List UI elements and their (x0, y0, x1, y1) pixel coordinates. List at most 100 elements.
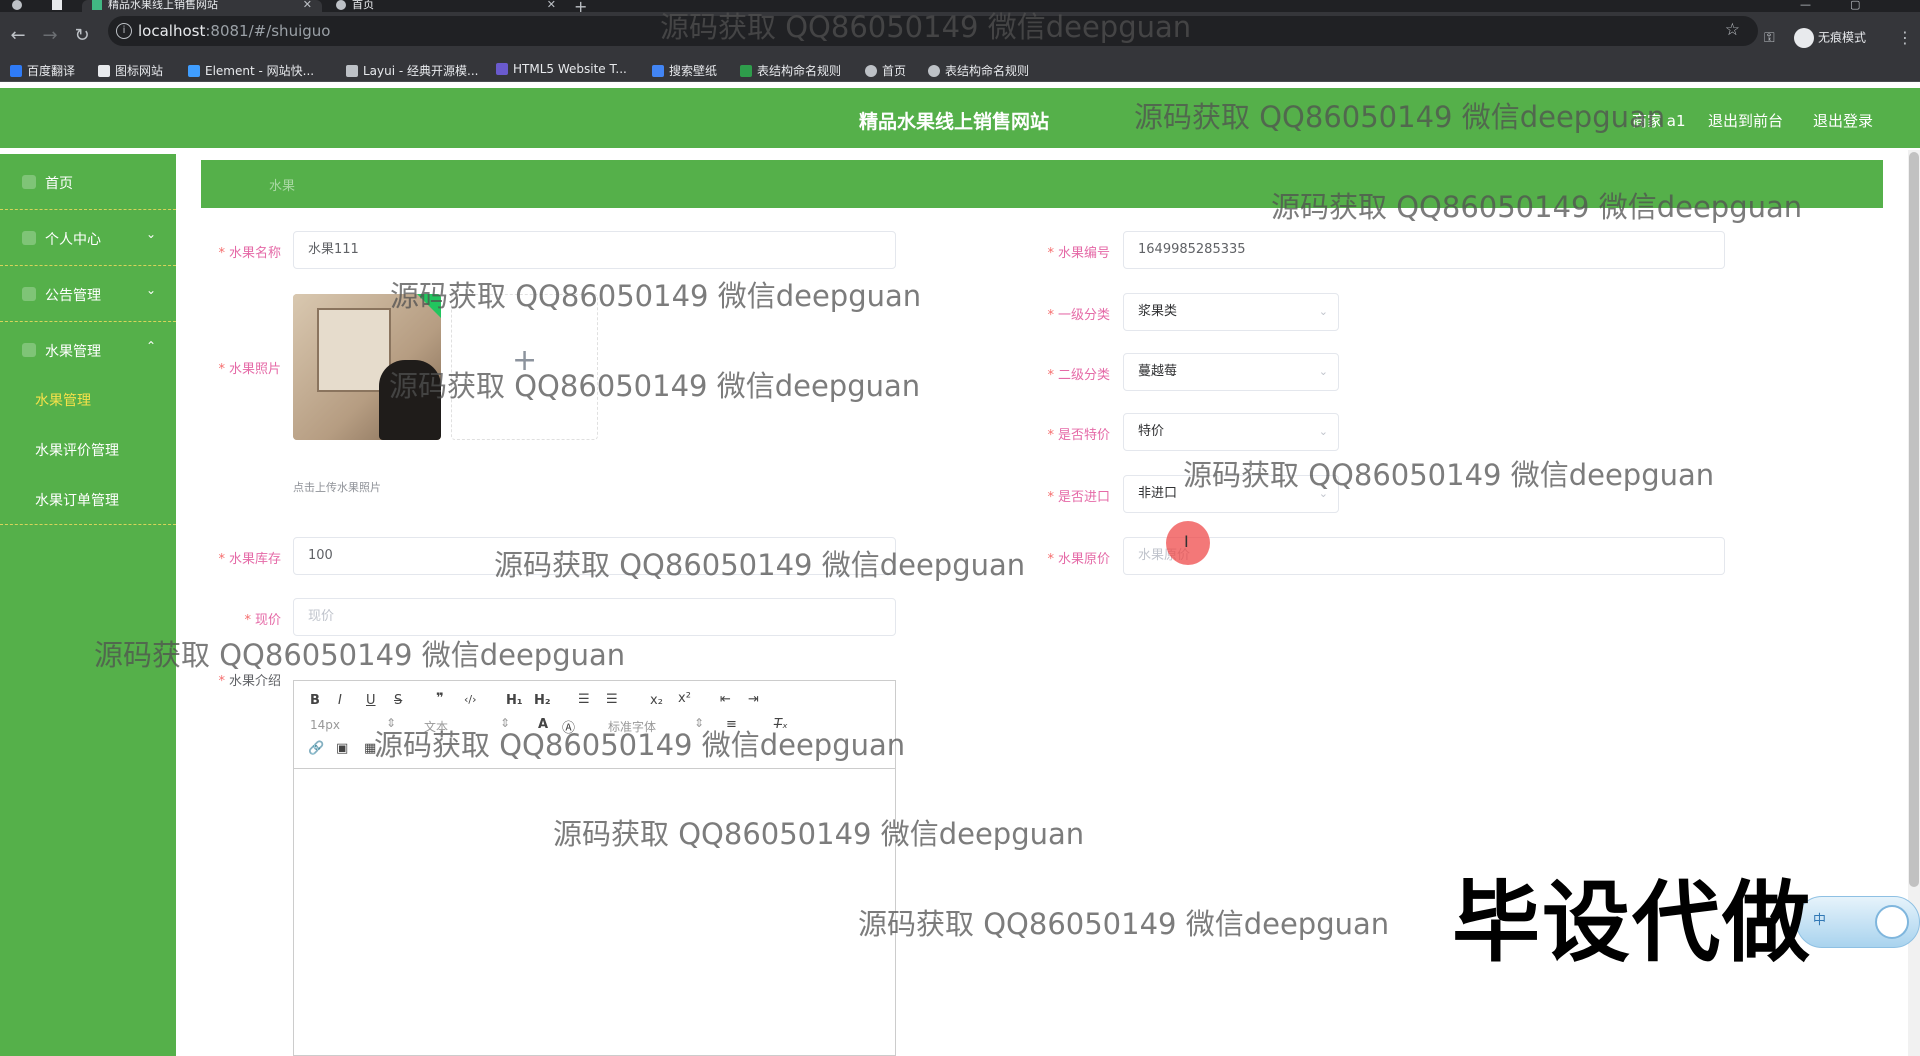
logout-link[interactable]: 退出登录 (1813, 110, 1873, 131)
price-input[interactable]: 现价 (293, 598, 896, 636)
sidebar-item-fruit[interactable]: 水果管理 ⌃ (0, 322, 176, 378)
scrollbar-thumb[interactable] (1909, 152, 1919, 887)
sidebar-item-notice[interactable]: 公告管理 ⌄ (0, 266, 176, 322)
bookmark-item[interactable]: HTML5 Website T... (496, 62, 627, 76)
mascot-icon (1875, 905, 1909, 939)
back-icon[interactable]: ← (8, 26, 28, 46)
chevron-up-icon: ⌃ (145, 339, 156, 353)
mouse-cursor: I (1166, 521, 1210, 565)
imported-label: * 是否进口 (1047, 490, 1110, 505)
watermark: 源码获取 QQ86050149 微信deepguan (553, 817, 1085, 851)
fruit-photo-label: * 水果照片 (218, 362, 281, 377)
incognito-icon (1794, 28, 1814, 48)
bookmark-item[interactable]: Element - 网站快... (188, 62, 314, 79)
bookmark-item[interactable]: Layui - 经典开源模... (346, 62, 478, 79)
bookmark-item[interactable]: 百度翻译 (10, 62, 75, 79)
watermark: 源码获取 QQ86050149 微信deepguan (858, 907, 1390, 941)
italic-icon[interactable]: I (338, 693, 342, 708)
underline-icon[interactable]: U (366, 693, 376, 708)
divider (0, 524, 176, 525)
vue-icon (92, 0, 102, 10)
stock-label: * 水果库存 (218, 552, 281, 567)
watermark: 源码获取 QQ86050149 微信deepguan (660, 10, 1192, 44)
sidebar-sub-fruit-order[interactable]: 水果订单管理 (35, 490, 119, 510)
fruit-code-label: * 水果编号 (1047, 246, 1110, 261)
superscript-icon[interactable]: x² (678, 691, 691, 706)
stamp-overlay: 毕设代做 毕设代做 (1450, 869, 1813, 976)
bookmark-item[interactable]: 首页 (865, 62, 906, 79)
fruit-name-label: * 水果名称 (218, 246, 281, 261)
close-icon[interactable]: ✕ (303, 0, 312, 10)
font-size-select[interactable]: 14px (310, 718, 340, 732)
watermark: 源码获取 QQ86050149 微信deepguan (389, 369, 921, 403)
site-title: 精品水果线上销售网站 (859, 111, 1050, 133)
address-url: localhost:8081/#/shuiguo (138, 22, 331, 40)
link-icon[interactable]: 🔗 (308, 741, 324, 756)
code-icon[interactable]: ‹/› (464, 693, 477, 706)
chevron-down-icon: ⌄ (1318, 425, 1328, 438)
sidebar: 首页 个人中心 ⌄ 公告管理 ⌄ 水果管理 ⌃ 水果管理 水果评价管理 水果订单… (0, 154, 176, 1056)
chevron-down-icon: ⌄ (145, 283, 156, 297)
bookmark-star-icon[interactable]: ☆ (1725, 20, 1740, 40)
close-icon[interactable]: ✕ (547, 0, 556, 10)
sidebar-sub-fruit-manage[interactable]: 水果管理 (35, 390, 91, 410)
tab-shop[interactable]: 精品水果线上销售网站 ✕ (82, 0, 322, 12)
category1-label: * 一级分类 (1047, 308, 1110, 323)
bookmark-item[interactable]: 表结构命名规则 (740, 62, 841, 79)
special-price-select[interactable]: 特价 ⌄ (1123, 413, 1339, 451)
ordered-list-icon[interactable]: ☰ (578, 692, 590, 707)
sidebar-item-personal-center[interactable]: 个人中心 ⌄ (0, 210, 176, 266)
bookmark-item[interactable]: 搜索壁纸 (652, 62, 717, 79)
blockquote-icon[interactable]: ❞ (436, 691, 444, 706)
forward-icon[interactable]: → (40, 26, 60, 46)
fruit-code-input[interactable]: 1649985285335 (1123, 231, 1725, 269)
original-price-input[interactable]: 水果原价 (1123, 537, 1725, 575)
minimize-icon[interactable]: — (1800, 0, 1811, 11)
reload-icon[interactable]: ↻ (72, 26, 92, 46)
text-cursor-icon: I (1184, 532, 1189, 551)
category2-label: * 二级分类 (1047, 368, 1110, 383)
chevron-down-icon: ⌄ (145, 227, 156, 241)
bookmark-item[interactable]: 图标网站 (98, 62, 163, 79)
chevron-down-icon: ⌄ (1318, 365, 1328, 378)
tab-search-icon[interactable] (46, 0, 68, 12)
incognito-indicator[interactable]: 无痕模式 (1794, 28, 1866, 48)
bullet-list-icon[interactable]: ☰ (606, 692, 618, 707)
ime-floating-widget[interactable]: 中 (1796, 896, 1920, 948)
category2-select[interactable]: 蔓越莓 ⌄ (1123, 353, 1339, 391)
breadcrumb[interactable]: 水果 (269, 175, 295, 194)
sidebar-item-home[interactable]: 首页 (0, 154, 176, 210)
watermark: 源码获取 QQ86050149 微信deepguan (1183, 458, 1715, 492)
strikethrough-icon[interactable]: S (394, 693, 402, 708)
home-icon (22, 175, 36, 189)
upload-tip: 点击上传水果照片 (293, 481, 381, 494)
indent-icon[interactable]: ⇥ (748, 692, 759, 707)
subscript-icon[interactable]: x₂ (650, 693, 663, 708)
special-price-label: * 是否特价 (1047, 428, 1110, 443)
notice-icon (22, 287, 36, 301)
outdent-icon[interactable]: ⇤ (720, 692, 731, 707)
watermark: 源码获取 QQ86050149 微信deepguan (1134, 100, 1666, 134)
bookmark-item[interactable]: 表结构命名规则 (928, 62, 1029, 79)
tab-home[interactable]: 首页 ✕ (326, 0, 566, 12)
heading2-icon[interactable]: H₂ (534, 693, 551, 708)
bookmarks-bar: 百度翻译 图标网站 Element - 网站快... Layui - 经典开源模… (0, 58, 1920, 82)
key-icon[interactable]: ⚿ (1764, 30, 1775, 46)
category1-select[interactable]: 浆果类 ⌄ (1123, 293, 1339, 331)
watermark: 源码获取 QQ86050149 微信deepguan (1271, 190, 1803, 224)
back-to-front-link[interactable]: 退出到前台 (1708, 110, 1783, 131)
tab-home-title: 首页 (352, 0, 374, 11)
heading1-icon[interactable]: H₁ (506, 693, 523, 708)
site-info-icon[interactable]: i (116, 23, 132, 39)
chevron-down-icon: ⌄ (1318, 305, 1328, 318)
fruit-icon (22, 343, 36, 357)
fruit-name-input[interactable]: 水果111 (293, 231, 896, 269)
bold-icon[interactable]: B (310, 693, 320, 708)
image-icon[interactable]: ▣ (336, 741, 348, 756)
maximize-icon[interactable]: ▢ (1850, 0, 1860, 11)
sidebar-sub-fruit-review[interactable]: 水果评价管理 (35, 440, 119, 460)
watermark: 源码获取 QQ86050149 微信deepguan (494, 548, 1026, 582)
user-icon (22, 231, 36, 245)
browser-app-icon (6, 0, 28, 12)
browser-menu-icon[interactable]: ⋮ (1897, 28, 1913, 47)
